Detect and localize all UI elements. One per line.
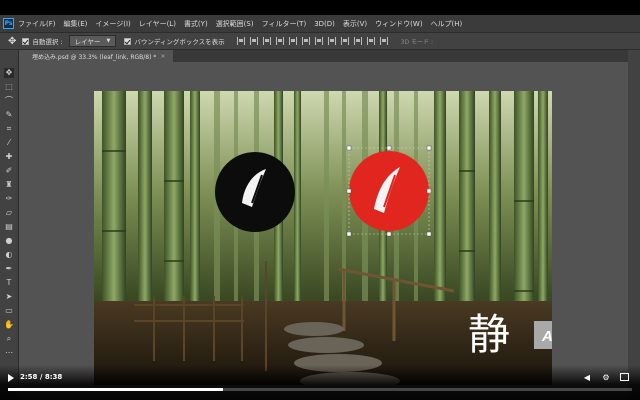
menu-edit[interactable]: 編集(E): [64, 19, 88, 29]
move-tool-icon[interactable]: ✥: [4, 68, 14, 78]
auto-select-value: レイヤー: [74, 38, 101, 46]
settings-gear-icon[interactable]: ⚙: [601, 373, 611, 382]
document-tab-title: 埋め込み.psd @ 33.3% (leaf_link, RGB/8) *: [32, 53, 157, 61]
distribute-vcenter-icon[interactable]: [327, 37, 336, 45]
video-progress-fill: [8, 388, 223, 391]
rectangle-tool-icon[interactable]: ▭: [4, 306, 14, 316]
options-bar: ✥ 自動選択 : レイヤー ▼ バウンディングボックスを表示 3D モード :: [0, 32, 640, 50]
tools-panel: ✥ ⬚ ⌒ ✎ ⌗ ⁄ ✚ ✐ ♜ ✑ ▱ ▤ ● ◐ ✒ T ➤ ▭ ✋ ⌕ …: [0, 50, 19, 400]
menu-view[interactable]: 表示(V): [343, 19, 367, 29]
clone-stamp-tool-icon[interactable]: ♜: [4, 180, 14, 190]
kanji-watermark: 静: [468, 310, 510, 359]
volume-icon[interactable]: ◀: [582, 373, 592, 382]
menu-layer[interactable]: レイヤー(L): [139, 19, 176, 29]
menu-filter[interactable]: フィルター(T): [262, 19, 307, 29]
video-progress-bar[interactable]: [8, 388, 632, 391]
align-hcenter-icon[interactable]: [288, 37, 297, 45]
type-tool-icon[interactable]: T: [4, 278, 14, 288]
distribute-bottom-icon[interactable]: [340, 37, 349, 45]
fullscreen-icon[interactable]: [620, 373, 629, 381]
menu-3d[interactable]: 3D(D): [314, 20, 335, 28]
bounding-box-label: バウンディングボックスを表示: [134, 38, 225, 46]
bounding-box-checkbox[interactable]: [124, 37, 132, 45]
mode-3d-label: 3D モード :: [400, 38, 433, 46]
blur-tool-icon[interactable]: ●: [4, 236, 14, 246]
window-top-strip: [0, 0, 640, 15]
move-tool-icon[interactable]: ✥: [8, 36, 16, 47]
crop-tool-icon[interactable]: ⌗: [4, 124, 14, 134]
distribute-hcenter-icon[interactable]: [366, 37, 375, 45]
marquee-tool-icon[interactable]: ⬚: [4, 82, 14, 92]
auto-select-label: 自動選択 :: [32, 38, 63, 46]
align-right-icon[interactable]: [301, 37, 310, 45]
panel-dock: [628, 50, 640, 400]
photoshop-logo-icon: Ps: [3, 18, 14, 29]
gradient-tool-icon[interactable]: ▤: [4, 222, 14, 232]
menu-bar: Ps ファイル(F) 編集(E) イメージ(I) レイヤー(L) 書式(Y) 選…: [0, 15, 640, 32]
align-bottom-icon[interactable]: [262, 37, 271, 45]
align-left-icon[interactable]: [275, 37, 284, 45]
menu-file[interactable]: ファイル(F): [18, 19, 56, 29]
more-tools-icon[interactable]: ⋯: [4, 348, 14, 358]
menu-help[interactable]: ヘルプ(H): [431, 19, 463, 29]
document-tab-bar: 埋め込み.psd @ 33.3% (leaf_link, RGB/8) * ×: [24, 50, 640, 62]
attain-logo-text: Attain: [541, 328, 552, 345]
eyedropper-tool-icon[interactable]: ⁄: [4, 138, 14, 148]
brush-tool-icon[interactable]: ✐: [4, 166, 14, 176]
history-brush-tool-icon[interactable]: ✑: [4, 194, 14, 204]
video-time-display: 2:58 / 8:38: [20, 373, 63, 381]
close-icon[interactable]: ×: [160, 53, 165, 60]
healing-brush-tool-icon[interactable]: ✚: [4, 152, 14, 162]
menu-select[interactable]: 選択範囲(S): [216, 19, 254, 29]
menu-window[interactable]: ウィンドウ(W): [375, 19, 422, 29]
auto-select-checkbox[interactable]: [22, 37, 30, 45]
align-top-icon[interactable]: [236, 37, 245, 45]
distribute-left-icon[interactable]: [353, 37, 362, 45]
path-select-tool-icon[interactable]: ➤: [4, 292, 14, 302]
distribute-right-icon[interactable]: [379, 37, 388, 45]
menu-image[interactable]: イメージ(I): [95, 19, 130, 29]
chevron-down-icon: ▼: [106, 38, 111, 44]
auto-select-dropdown[interactable]: レイヤー ▼: [68, 35, 117, 47]
align-icon-group: [236, 37, 393, 45]
document-tab[interactable]: 埋め込み.psd @ 33.3% (leaf_link, RGB/8) * ×: [24, 50, 174, 62]
hand-tool-icon[interactable]: ✋: [4, 320, 14, 330]
play-icon[interactable]: [8, 374, 14, 382]
video-controls: [0, 365, 640, 400]
eraser-tool-icon[interactable]: ▱: [4, 208, 14, 218]
bamboo-forest-image: 静 Attain: [94, 91, 552, 385]
document-canvas[interactable]: 静 Attain: [94, 91, 552, 385]
dodge-tool-icon[interactable]: ◐: [4, 250, 14, 260]
align-vcenter-icon[interactable]: [249, 37, 258, 45]
menu-type[interactable]: 書式(Y): [184, 19, 208, 29]
pen-tool-icon[interactable]: ✒: [4, 264, 14, 274]
lasso-tool-icon[interactable]: ⌒: [4, 96, 14, 106]
quick-select-tool-icon[interactable]: ✎: [4, 110, 14, 120]
distribute-top-icon[interactable]: [314, 37, 323, 45]
zoom-tool-icon[interactable]: ⌕: [4, 334, 14, 344]
